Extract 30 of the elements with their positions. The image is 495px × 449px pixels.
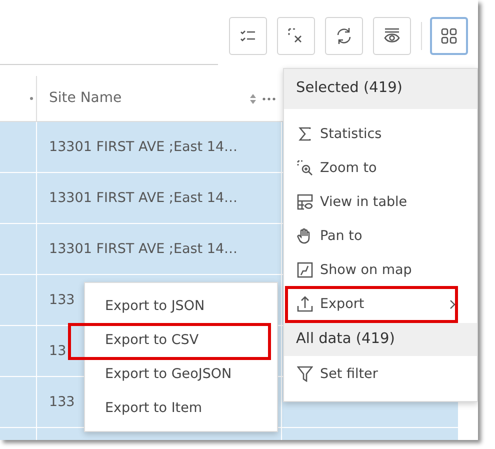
more-icon[interactable] (262, 96, 276, 100)
sigma-icon (298, 127, 312, 141)
column-header[interactable]: Site Name (49, 88, 244, 109)
menu-section-header: Selected (419) (284, 69, 477, 109)
table-cell-text: 133 (49, 290, 75, 310)
table-cell-text: 13301 FIRST AVE ;East 14… (49, 138, 238, 157)
menu-section-header: All data (419) (284, 323, 477, 356)
table-view-icon (297, 194, 313, 210)
table-cell-text: 13301 FIRST AVE ;East 14… (49, 240, 238, 259)
upload-icon (297, 296, 313, 312)
table-cell-text: 13 (49, 342, 66, 361)
table-cell-text: 133 (49, 392, 75, 412)
checklist-icon (240, 29, 256, 43)
zoom-icon (297, 160, 313, 176)
refresh-icon (335, 27, 353, 45)
map-icon (297, 262, 313, 278)
menu-item[interactable]: Export (284, 287, 477, 321)
menu-item[interactable]: Export to GeoJSON (105, 364, 232, 384)
menu-item[interactable]: Set filter (284, 357, 477, 391)
toolbar-button[interactable] (373, 17, 411, 55)
menu-item[interactable]: Export to Item (105, 398, 202, 418)
clear-selection-icon (288, 28, 304, 44)
toolbar-button[interactable] (325, 17, 363, 55)
menu-item[interactable]: Export to CSV (105, 330, 199, 350)
menu-item[interactable]: Export to JSON (105, 296, 205, 316)
toolbar-button[interactable] (430, 17, 468, 55)
grid-icon (441, 28, 457, 44)
table-cell-text: 13301 FIRST AVE ;East 14… (49, 188, 238, 208)
eye-icon (383, 27, 401, 45)
filter-icon (297, 366, 313, 382)
